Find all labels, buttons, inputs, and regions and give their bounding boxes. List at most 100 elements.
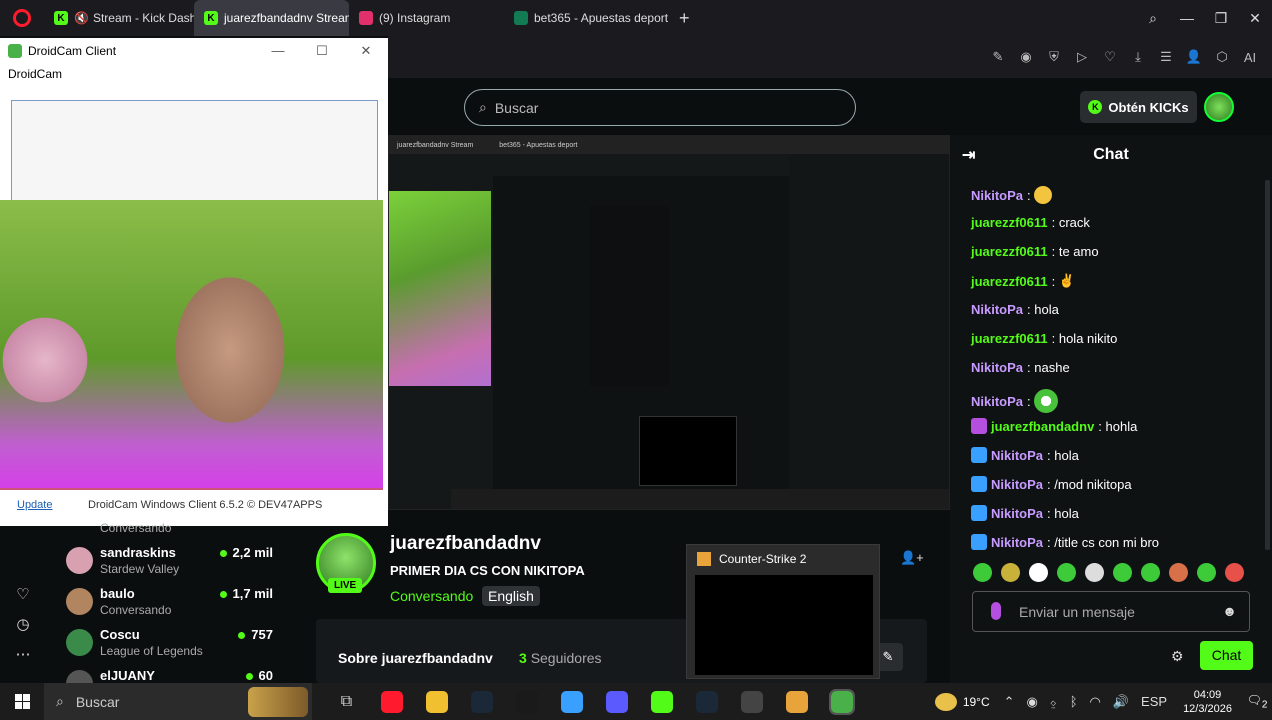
maximize-button[interactable]: ☐: [300, 38, 344, 64]
send-chat-button[interactable]: Chat: [1200, 641, 1253, 670]
live-badge: LIVE: [328, 578, 363, 593]
download-icon[interactable]: ⤓: [1124, 49, 1152, 65]
chevron-up-icon[interactable]: ⌃: [1004, 694, 1015, 710]
tab-instagram[interactable]: (9) Instagram: [349, 0, 504, 36]
chat-settings-icon[interactable]: ⚙: [1171, 648, 1184, 665]
chat-username[interactable]: NikitoPa: [971, 394, 1023, 409]
taskbar-app-icon[interactable]: [504, 683, 549, 720]
emoji-icon[interactable]: ☻: [1222, 603, 1237, 619]
heart-icon[interactable]: ♡: [1096, 49, 1124, 65]
chat-username[interactable]: juarezzf0611: [971, 244, 1048, 259]
tab-kick-stream[interactable]: Kjuarezfbandadnv Stream -: [194, 0, 349, 36]
user-avatar[interactable]: [1204, 92, 1234, 122]
taskbar-app-icon[interactable]: [684, 683, 729, 720]
taskbar-search[interactable]: ⌕ Buscar: [44, 683, 312, 720]
emote-icon[interactable]: [1085, 563, 1104, 582]
taskbar-app-icon[interactable]: [819, 683, 864, 720]
stream-category[interactable]: Conversando: [390, 588, 473, 604]
profile-icon[interactable]: 👤: [1180, 49, 1208, 65]
taskbar-app-icon[interactable]: [729, 683, 774, 720]
taskbar-app-icon[interactable]: [549, 683, 594, 720]
shield-icon[interactable]: ⛨: [1040, 49, 1068, 65]
emote-icon[interactable]: [1029, 563, 1048, 582]
usb-icon[interactable]: ⍚: [1050, 694, 1058, 710]
emote-icon[interactable]: [1113, 563, 1132, 582]
taskbar-app-icon[interactable]: [594, 683, 639, 720]
menu-icon[interactable]: ☰: [1152, 49, 1180, 65]
wifi-icon[interactable]: ◠: [1090, 694, 1101, 710]
volume-icon[interactable]: 🔊: [1113, 694, 1129, 710]
maximize-button[interactable]: ❐: [1204, 10, 1238, 27]
streamer-name[interactable]: juarezfbandadnv: [390, 533, 541, 555]
edit-icon[interactable]: ✎: [984, 49, 1012, 65]
history-icon[interactable]: ◷: [10, 615, 36, 645]
taskbar-app-icon[interactable]: [459, 683, 504, 720]
notification-icon[interactable]: 🗨2: [1242, 693, 1272, 710]
chat-username[interactable]: juarezzf0611: [971, 331, 1048, 346]
channel-game: Conversando: [100, 603, 172, 617]
channel-game: Stardew Valley: [100, 562, 180, 576]
heart-icon[interactable]: ♡: [10, 585, 36, 615]
taskbar-app-icon[interactable]: [369, 683, 414, 720]
sidebar-channel[interactable]: baulo Conversando 1,7 mil: [66, 586, 301, 626]
taskbar-app-icon[interactable]: [774, 683, 819, 720]
ai-icon[interactable]: AI: [1236, 50, 1264, 65]
cube-icon[interactable]: ⬡: [1208, 49, 1236, 65]
emote-icon[interactable]: [1225, 563, 1244, 582]
chat-username[interactable]: NikitoPa: [991, 477, 1043, 492]
weather-widget[interactable]: 19°C: [934, 692, 990, 711]
sidebar-channel[interactable]: Coscu League of Legends 757: [66, 627, 301, 667]
droidcam-menu[interactable]: DroidCam: [0, 64, 388, 84]
get-kicks-button[interactable]: K Obtén KICKs: [1080, 91, 1197, 123]
chat-username[interactable]: juarezzf0611: [971, 215, 1048, 230]
task-view-icon[interactable]: ⧉: [324, 683, 369, 720]
search-tabs-icon[interactable]: ⌕: [1136, 10, 1170, 27]
collapse-chat-icon[interactable]: ⇥: [962, 145, 975, 165]
stream-video-player[interactable]: juarezfbandadnv Stream bet365 - Apuestas …: [388, 135, 950, 510]
channel-name: sandraskins: [100, 545, 176, 560]
droidcam-window-controls: — ☐ ✕: [256, 38, 388, 64]
emote-icon[interactable]: [1001, 563, 1020, 582]
add-user-icon[interactable]: 👤+: [900, 550, 924, 566]
start-button[interactable]: [0, 694, 44, 709]
emote-icon[interactable]: [1197, 563, 1216, 582]
chat-username[interactable]: NikitoPa: [991, 448, 1043, 463]
bluetooth-icon[interactable]: ᛒ: [1070, 694, 1078, 709]
search-input[interactable]: ⌕ Buscar: [464, 89, 856, 126]
emote-icon[interactable]: [973, 563, 992, 582]
chat-message-input[interactable]: Enviar un mensaje ☻: [972, 591, 1250, 632]
channel-name: Coscu: [100, 627, 140, 642]
lang-indicator[interactable]: ESP: [1141, 694, 1167, 709]
opera-logo-icon[interactable]: [0, 0, 44, 36]
clock[interactable]: 04:09 12/3/2026: [1183, 688, 1232, 716]
chat-username[interactable]: NikitoPa: [971, 188, 1023, 203]
language-tag[interactable]: English: [482, 586, 540, 606]
emote-icon[interactable]: [1169, 563, 1188, 582]
chat-username[interactable]: juarezfbandadnv: [991, 419, 1094, 434]
tab-bet365[interactable]: bet365 - Apuestas deport: [504, 0, 669, 36]
counter-strike-preview[interactable]: Counter-Strike 2: [686, 544, 880, 679]
tab-kick-dashboard[interactable]: K🔇Stream - Kick Dashboa: [44, 0, 194, 36]
emote-icon[interactable]: [1057, 563, 1076, 582]
chat-username[interactable]: NikitoPa: [971, 360, 1023, 375]
sidebar-channel[interactable]: sandraskins Stardew Valley 2,2 mil: [66, 545, 301, 585]
taskbar-app-icon[interactable]: [639, 683, 684, 720]
minimize-button[interactable]: —: [1170, 10, 1204, 26]
chat-username[interactable]: NikitoPa: [991, 535, 1043, 550]
record-icon[interactable]: ◉: [1027, 694, 1038, 710]
taskbar-app-icon[interactable]: [414, 683, 459, 720]
chat-username[interactable]: NikitoPa: [991, 506, 1043, 521]
emote-icon[interactable]: [1141, 563, 1160, 582]
chat-username[interactable]: NikitoPa: [971, 302, 1023, 317]
chat-scrollbar[interactable]: [1265, 180, 1270, 550]
update-link[interactable]: Update: [17, 499, 52, 511]
close-button[interactable]: ✕: [1238, 10, 1272, 27]
instagram-favicon-icon: [359, 11, 373, 25]
close-button[interactable]: ✕: [344, 38, 388, 64]
chat-username[interactable]: juarezzf0611: [971, 274, 1048, 289]
camera-icon[interactable]: ◉: [1012, 49, 1040, 65]
play-icon[interactable]: ▷: [1068, 49, 1096, 65]
more-icon[interactable]: ⋯: [10, 645, 36, 675]
minimize-button[interactable]: —: [256, 38, 300, 64]
new-tab-button[interactable]: +: [679, 8, 690, 29]
